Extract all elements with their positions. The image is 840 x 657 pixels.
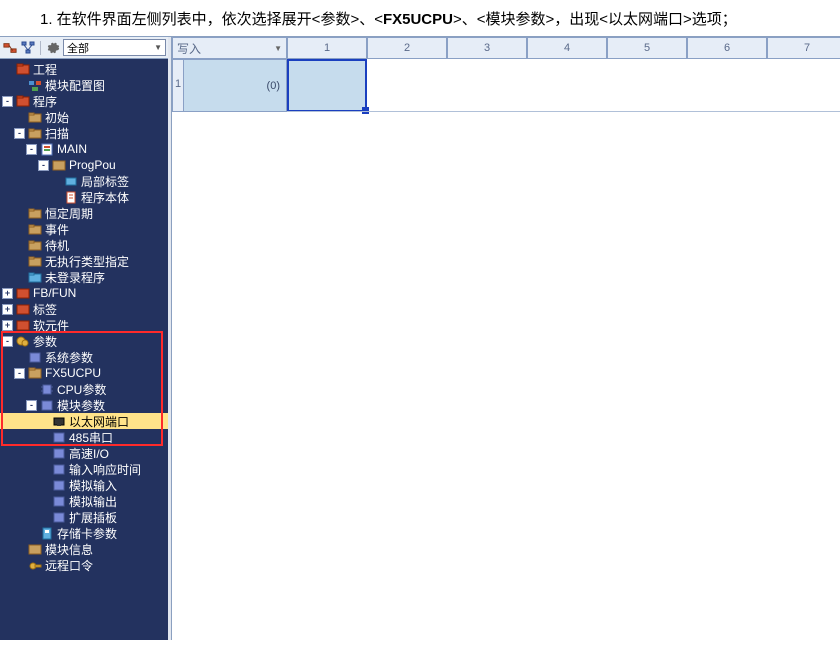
toolbar-separator [40,41,41,55]
analog-in-icon [51,478,67,492]
tree-program[interactable]: -程序 [0,93,168,109]
tree-initial[interactable]: 初始 [0,109,168,125]
tree-project[interactable]: 工程 [0,61,168,77]
tree-module-config[interactable]: 模块配置图 [0,77,168,93]
tree-fx5ucpu[interactable]: -FX5UCPU [0,365,168,381]
col-header-7[interactable]: 7 [767,37,840,59]
tree-module-params[interactable]: -模块参数 [0,397,168,413]
tree-fixed-cycle[interactable]: 恒定周期 [0,205,168,221]
prog-body-icon [63,190,79,204]
tree-label[interactable]: +标签 [0,301,168,317]
cpu-params-icon [39,382,55,396]
tree-cpu-params[interactable]: CPU参数 [0,381,168,397]
instruction-text: 1. 在软件界面左侧列表中，依次选择展开<参数>、<FX5UCPU>、<模块参数… [0,0,840,36]
program-icon [15,94,31,108]
tree-event[interactable]: 事件 [0,221,168,237]
mem-card-icon [39,526,55,540]
tree-device[interactable]: +软元件 [0,317,168,333]
folder-icon [27,126,43,140]
input-resp-icon [51,462,67,476]
module-info-icon [27,542,43,556]
sidebar-toolbar: 全部 ▼ [0,37,168,59]
ethernet-icon [51,414,67,428]
col-header-5[interactable]: 5 [607,37,687,59]
program-unit-icon [39,142,55,156]
tree-sys-params[interactable]: 系统参数 [0,349,168,365]
tree-input-resp[interactable]: 输入响应时间 [0,461,168,477]
tree-progpou[interactable]: -ProgPou [0,157,168,173]
rung-gutter[interactable]: (0) [184,59,287,112]
tree-ext-board[interactable]: 扩展插板 [0,509,168,525]
filter-combo[interactable]: 全部 ▼ [63,39,166,56]
intro-bold: FX5UCPU [383,11,453,28]
tree-module-info[interactable]: 模块信息 [0,541,168,557]
tree-no-exec-type[interactable]: 无执行类型指定 [0,253,168,269]
remote-pwd-icon [27,558,43,572]
gear-icon[interactable] [45,40,61,56]
io-icon [51,446,67,460]
tree-eth-port[interactable]: 以太网端口 [0,413,168,429]
app-frame: 全部 ▼ 工程 模块配置图 -程序 初始 -扫描 -MAIN -ProgPou … [0,36,840,640]
tree-standby[interactable]: 待机 [0,237,168,253]
combo-label: 全部 [67,40,89,56]
folder-icon [27,254,43,268]
tree-fbfun[interactable]: +FB/FUN [0,285,168,301]
fbfun-icon [15,286,31,300]
ladder-editor[interactable]: 写入 ▼ 1 2 3 4 5 6 7 1 (0) [172,37,840,640]
editor-mode-combo[interactable]: 写入 ▼ [172,37,287,59]
sys-params-icon [27,350,43,364]
sidebar: 全部 ▼ 工程 模块配置图 -程序 初始 -扫描 -MAIN -ProgPou … [0,37,168,640]
connect-icon[interactable] [2,40,18,56]
col-header-3[interactable]: 3 [447,37,527,59]
tree-local-label[interactable]: 局部标签 [0,173,168,189]
chevron-down-icon: ▼ [274,44,282,53]
project-tree: 工程 模块配置图 -程序 初始 -扫描 -MAIN -ProgPou 局部标签 … [0,59,168,575]
folder-icon [27,110,43,124]
tree-prog-body[interactable]: 程序本体 [0,189,168,205]
active-cell[interactable] [287,59,367,112]
project-icon [15,62,31,76]
ext-board-icon [51,510,67,524]
col-header-1[interactable]: 1 [287,37,367,59]
hierarchy-icon[interactable] [20,40,36,56]
folder-icon [27,238,43,252]
params-icon [15,334,31,348]
tree-scan[interactable]: -扫描 [0,125,168,141]
tree-params[interactable]: -参数 [0,333,168,349]
folder-icon [27,222,43,236]
folder-icon [15,318,31,332]
serial-icon [51,430,67,444]
chevron-down-icon: ▼ [154,43,162,52]
module-config-icon [27,78,43,92]
tree-485-serial[interactable]: 485串口 [0,429,168,445]
intro-prefix: 1. 在软件界面左侧列表中，依次选择展开<参数>、< [40,11,383,28]
label-icon [63,174,79,188]
tree-analog-out[interactable]: 模拟输出 [0,493,168,509]
col-header-4[interactable]: 4 [527,37,607,59]
editor-wrap: 写入 ▼ 1 2 3 4 5 6 7 1 (0) [168,37,840,640]
row-header-1[interactable]: 1 [172,59,184,112]
folder-icon [15,302,31,316]
tree-remote-pwd[interactable]: 远程口令 [0,557,168,573]
folder-icon [27,270,43,284]
progpou-icon [51,158,67,172]
analog-out-icon [51,494,67,508]
tree-main[interactable]: -MAIN [0,141,168,157]
col-header-6[interactable]: 6 [687,37,767,59]
module-params-icon [39,398,55,412]
tree-analog-in[interactable]: 模拟输入 [0,477,168,493]
col-header-2[interactable]: 2 [367,37,447,59]
tree-highspeed-io[interactable]: 高速I/O [0,445,168,461]
tree-unreg-prog[interactable]: 未登录程序 [0,269,168,285]
folder-icon [27,206,43,220]
intro-suffix: >、<模块参数>，出现<以太网端口>选项； [453,11,737,28]
cpu-icon [27,366,43,380]
grid-line [287,111,840,112]
tree-mem-card[interactable]: 存储卡参数 [0,525,168,541]
